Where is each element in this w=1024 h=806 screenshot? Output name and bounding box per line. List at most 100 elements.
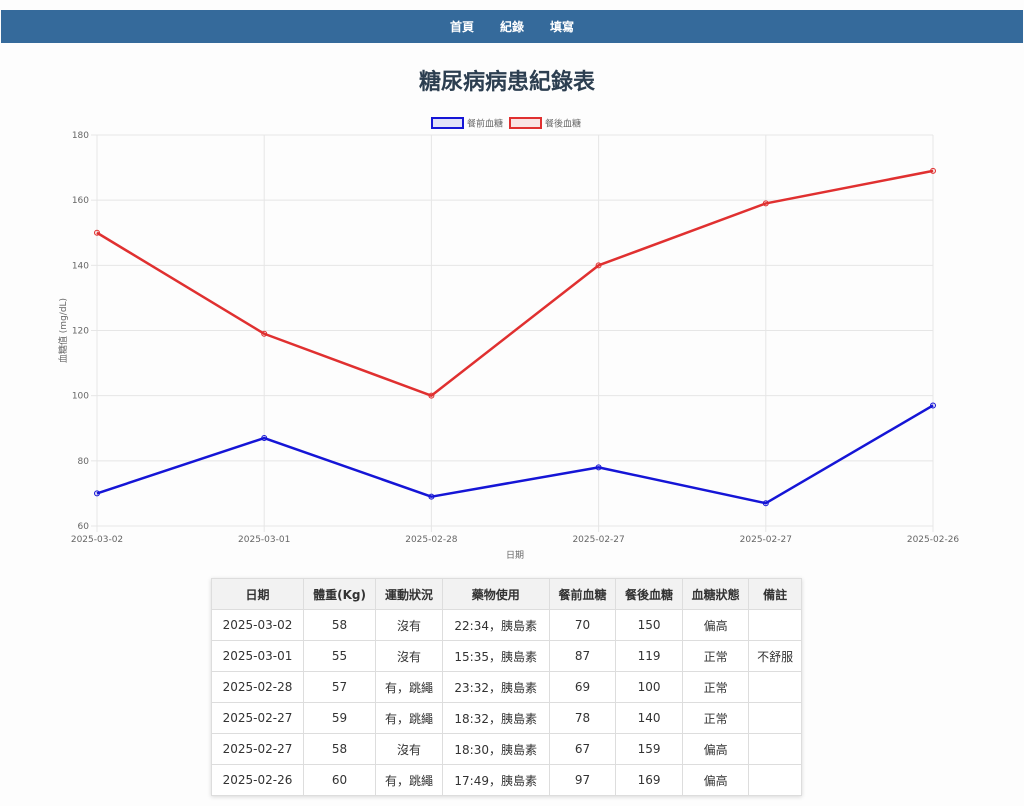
table-cell: 58 <box>302 609 377 641</box>
table-body: 2025-03-02 58 沒有 22:34，胰島素 70 150 偏高 2025-03-01… <box>211 609 802 796</box>
table-cell: 70 <box>548 609 617 641</box>
x-tick-label: 2025-03-02 <box>71 535 123 545</box>
table-cell: 87 <box>548 640 617 672</box>
table-cell: 2025-02-28 <box>211 671 304 703</box>
table-cell: 150 <box>615 609 683 641</box>
table-cell: 偏高 <box>681 733 750 765</box>
table-cell: 沒有 <box>375 640 443 672</box>
table-header-cell: 血糖狀態 <box>681 578 750 610</box>
table-cell: 57 <box>302 671 377 703</box>
records-table: 日期 體重(Kg) 運動狀況 藥物使用 餐前血糖 餐後血糖 血糖狀態 備註 2025-03-0… <box>211 578 802 796</box>
y-tick-label: 80 <box>78 457 90 467</box>
y-tick-label: 160 <box>72 196 89 206</box>
y-tick-label: 120 <box>72 327 89 337</box>
x-axis-title: 日期 <box>506 550 524 561</box>
table-header-cell: 備註 <box>748 578 802 610</box>
table-cell: 60 <box>302 764 377 796</box>
table-cell <box>748 764 802 796</box>
data-point[interactable] <box>930 402 936 409</box>
table-cell: 17:49，胰島素 <box>441 764 550 796</box>
table-cell: 55 <box>302 640 377 672</box>
series-line-before-meal <box>96 404 934 505</box>
data-point[interactable] <box>261 435 268 442</box>
table-cell: 18:30，胰島素 <box>441 733 550 765</box>
table-cell: 119 <box>615 640 683 672</box>
table-cell: 97 <box>548 764 617 796</box>
top-navbar: 首頁 紀錄 填寫 <box>1 10 1023 43</box>
table-header-cell: 餐前血糖 <box>548 578 617 610</box>
table-header-row: 日期 體重(Kg) 運動狀況 藥物使用 餐前血糖 餐後血糖 血糖狀態 備註 <box>211 578 802 610</box>
page-title: 糖尿病病患紀錄表 <box>418 70 595 95</box>
nav-home-link[interactable]: 首頁 <box>437 18 487 35</box>
series-line-after-meal <box>96 169 934 397</box>
table-cell <box>748 671 802 703</box>
y-tick-label: 140 <box>72 261 89 271</box>
x-tick-label: 2025-02-27 <box>740 535 792 545</box>
table-cell: 69 <box>548 671 617 703</box>
table-cell: 沒有 <box>375 609 443 641</box>
table-row: 2025-02-26 60 有，跳繩 17:49，胰島素 97 169 偏高 <box>211 764 802 796</box>
table-cell: 有，跳繩 <box>375 764 443 796</box>
table-cell <box>748 702 802 734</box>
data-point[interactable] <box>261 330 268 337</box>
legend-label[interactable]: 餐後血糖 <box>545 118 581 130</box>
table-header-cell: 餐後血糖 <box>615 578 683 610</box>
table-cell: 58 <box>302 733 377 765</box>
table-cell: 23:32，胰島素 <box>441 671 550 703</box>
table-cell: 22:34，胰島素 <box>441 609 550 641</box>
table-cell: 2025-02-27 <box>211 702 304 734</box>
table-cell: 140 <box>615 702 683 734</box>
data-point[interactable] <box>94 490 100 497</box>
table-cell: 不舒服 <box>748 640 802 672</box>
table-header-cell: 運動狀況 <box>375 578 443 610</box>
y-axis-title: 血糖值 (mg/dL) <box>57 298 69 363</box>
table-cell: 有，跳繩 <box>375 671 443 703</box>
x-tick-label: 2025-02-27 <box>572 535 624 545</box>
table-cell: 偏高 <box>681 609 750 641</box>
data-point[interactable] <box>428 493 435 500</box>
table-row: 2025-02-28 57 有，跳繩 23:32，胰島素 69 100 正常 <box>211 671 802 703</box>
table-row: 2025-02-27 59 有，跳繩 18:32，胰島素 78 140 正常 <box>211 702 802 734</box>
table-cell: 78 <box>548 702 617 734</box>
x-tick-label: 2025-02-26 <box>907 535 960 545</box>
y-tick-label: 60 <box>78 522 90 532</box>
data-point[interactable] <box>94 229 100 236</box>
table-cell: 169 <box>615 764 683 796</box>
table-cell: 偏高 <box>681 764 750 796</box>
y-tick-label: 180 <box>72 131 89 141</box>
table-header-cell: 日期 <box>211 578 304 610</box>
data-point[interactable] <box>930 167 936 174</box>
legend-swatch[interactable] <box>431 117 464 129</box>
nav-records-link[interactable]: 紀錄 <box>487 18 537 35</box>
table-cell: 沒有 <box>375 733 443 765</box>
table-row: 2025-02-27 58 沒有 18:30，胰島素 67 159 偏高 <box>211 733 802 765</box>
data-point[interactable] <box>595 262 602 269</box>
data-point[interactable] <box>428 392 435 399</box>
table-cell: 2025-02-26 <box>211 764 304 796</box>
legend-label[interactable]: 餐前血糖 <box>467 118 503 130</box>
table-cell: 159 <box>615 733 683 765</box>
table-cell: 有，跳繩 <box>375 702 443 734</box>
table-cell: 18:32，胰島素 <box>441 702 550 734</box>
nav-fill-link[interactable]: 填寫 <box>537 18 587 35</box>
table-cell <box>748 609 802 641</box>
x-tick-label: 2025-02-28 <box>405 535 458 545</box>
data-point[interactable] <box>762 500 769 507</box>
table-cell: 100 <box>615 671 683 703</box>
table-header-cell: 體重(Kg) <box>302 578 377 610</box>
x-tick-label: 2025-03-01 <box>238 535 290 545</box>
data-point[interactable] <box>762 200 769 207</box>
table-cell <box>748 733 802 765</box>
table-cell: 2025-02-27 <box>211 733 304 765</box>
table-cell: 2025-03-02 <box>211 609 304 641</box>
table-cell: 正常 <box>681 640 750 672</box>
table-cell: 正常 <box>681 671 750 703</box>
table-cell: 59 <box>302 702 377 734</box>
table-cell: 正常 <box>681 702 750 734</box>
table-cell: 2025-03-01 <box>211 640 304 672</box>
data-point[interactable] <box>595 464 602 471</box>
blood-sugar-chart: 60 80 100 120 140 160 180 2025-03-02 2025-03-01 2… <box>57 117 960 561</box>
table-cell: 15:35，胰島素 <box>441 640 550 672</box>
legend-swatch[interactable] <box>509 117 542 129</box>
records-table-container: 日期 體重(Kg) 運動狀況 藥物使用 餐前血糖 餐後血糖 血糖狀態 備註 2025-03-0… <box>211 578 802 796</box>
